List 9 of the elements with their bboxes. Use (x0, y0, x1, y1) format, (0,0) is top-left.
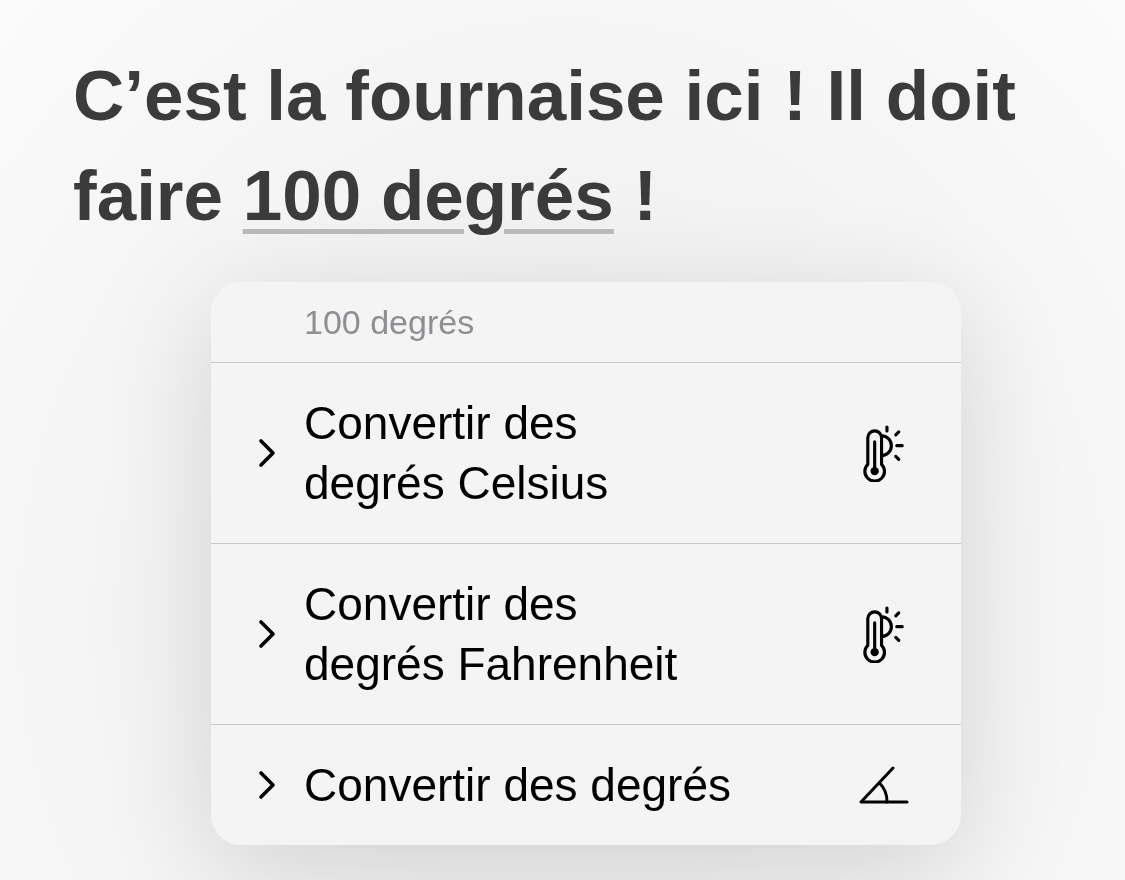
heading-text: C’est la fournaise ici ! Il doit faire 100 degrés ! (73, 55, 1017, 237)
menu-item[interactable]: Convertir des degrés (211, 724, 961, 845)
thermometer-sun-icon (861, 605, 907, 663)
menu-item[interactable]: Convertir des degrés Celsius (211, 363, 961, 543)
angle-icon (859, 766, 909, 804)
thermometer-sun-icon (861, 424, 907, 482)
menu-item[interactable]: Convertir des degrés Fahrenheit (211, 543, 961, 724)
menu-title: 100 degrés (304, 302, 475, 342)
detected-value-link[interactable]: 100 degrés (242, 156, 614, 235)
